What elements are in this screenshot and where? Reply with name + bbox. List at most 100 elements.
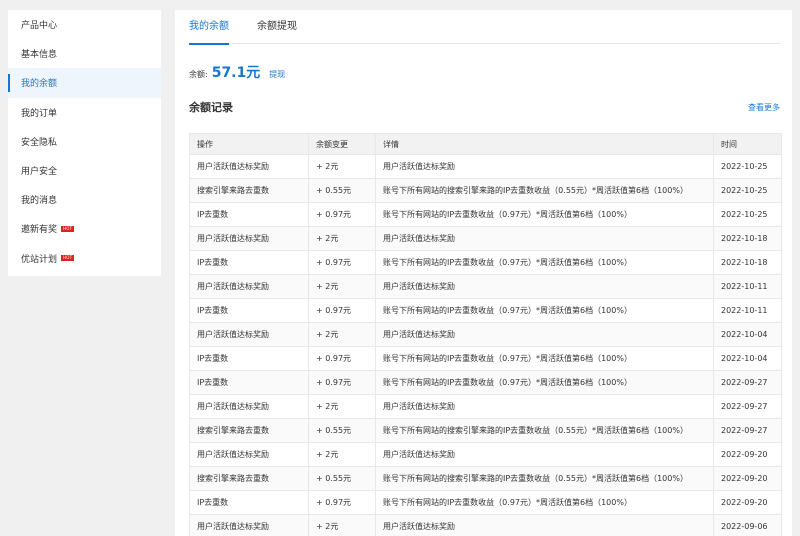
cell-operation: IP去重数	[189, 370, 309, 395]
cell-operation: 用户活跃值达标奖励	[189, 514, 309, 536]
cell-operation: IP去重数	[189, 490, 309, 515]
cell-change: + 2元	[308, 394, 376, 419]
cell-change: + 0.97元	[308, 250, 376, 275]
table-header-row: 操作 余额变更 详情 时间	[189, 133, 782, 155]
table-row: IP去重数 + 0.97元 账号下所有网站的IP去重数收益（0.97元）*周活跃值第…	[189, 370, 782, 395]
balance-amount: 57.1元	[211, 65, 261, 81]
cell-detail: 用户活跃值达标奖励	[375, 322, 714, 347]
cell-change: + 0.55元	[308, 418, 376, 443]
cell-detail: 账号下所有网站的IP去重数收益（0.97元）*周活跃值第6档（100%）	[375, 202, 714, 227]
cell-change: + 2元	[308, 226, 376, 251]
balance-label: 余额:	[189, 70, 208, 79]
cell-change: + 0.97元	[308, 298, 376, 323]
table-row: 用户活跃值达标奖励 + 2元 用户活跃值达标奖励 2022-10-11	[189, 274, 782, 299]
table-row: 用户活跃值达标奖励 + 2元 用户活跃值达标奖励 2022-09-27	[189, 394, 782, 419]
column-header-detail: 详情	[375, 133, 714, 155]
sidebar-item-label: 基本信息	[21, 50, 58, 61]
sidebar-item-label: 用户安全	[21, 167, 58, 178]
cell-detail: 账号下所有网站的IP去重数收益（0.97元）*周活跃值第6档（100%）	[375, 346, 714, 371]
cell-change: + 2元	[308, 322, 376, 347]
sidebar-item-partner-plan[interactable]: 优站计划 HOT	[8, 244, 161, 273]
cell-time: 2022-10-18	[713, 250, 782, 275]
cell-operation: 搜索引擎来路去重数	[189, 466, 309, 491]
hot-badge: HOT	[61, 255, 75, 262]
table-row: IP去重数 + 0.97元 账号下所有网站的IP去重数收益（0.97元）*周活跃值第…	[189, 250, 782, 275]
cell-time: 2022-09-20	[713, 466, 782, 491]
cell-time: 2022-09-20	[713, 490, 782, 515]
sidebar-item-label: 优站计划	[21, 254, 58, 265]
cell-change: + 2元	[308, 154, 376, 179]
sidebar-item-label: 我的余额	[21, 79, 58, 90]
cell-operation: 用户活跃值达标奖励	[189, 226, 309, 251]
cell-operation: IP去重数	[189, 250, 309, 275]
cell-operation: 用户活跃值达标奖励	[189, 154, 309, 179]
tab-my-balance[interactable]: 我的余额	[189, 10, 229, 45]
cell-change: + 0.97元	[308, 370, 376, 395]
cell-time: 2022-10-11	[713, 298, 782, 323]
sidebar-item-my-orders[interactable]: 我的订单	[8, 98, 161, 127]
cell-operation: IP去重数	[189, 346, 309, 371]
balance-records-table: 操作 余额变更 详情 时间 用户活跃值达标奖励 + 2元 用户活跃值达标奖励 2022…	[189, 133, 782, 536]
cell-operation: 用户活跃值达标奖励	[189, 322, 309, 347]
cell-operation: 搜索引擎来路去重数	[189, 418, 309, 443]
table-row: 用户活跃值达标奖励 + 2元 用户活跃值达标奖励 2022-10-25	[189, 154, 782, 179]
cell-operation: IP去重数	[189, 298, 309, 323]
column-header-change: 余额变更	[308, 133, 376, 155]
cell-time: 2022-09-20	[713, 442, 782, 467]
cell-detail: 用户活跃值达标奖励	[375, 442, 714, 467]
main-panel: 我的余额 余额提现 余额: 57.1元 提现 余额记录 查看更多 操作 余额变更 …	[175, 10, 792, 536]
withdraw-link[interactable]: 提现	[269, 69, 285, 80]
cell-change: + 2元	[308, 514, 376, 536]
cell-time: 2022-09-06	[713, 514, 782, 536]
cell-detail: 账号下所有网站的IP去重数收益（0.97元）*周活跃值第6档（100%）	[375, 490, 714, 515]
sidebar-item-security-privacy[interactable]: 安全隐私	[8, 127, 161, 156]
cell-detail: 账号下所有网站的搜索引擎来路的IP去重数收益（0.55元）*周活跃值第6档（10…	[375, 178, 714, 203]
cell-detail: 账号下所有网站的IP去重数收益（0.97元）*周活跃值第6档（100%）	[375, 250, 714, 275]
cell-time: 2022-10-04	[713, 346, 782, 371]
sidebar-item-my-messages[interactable]: 我的消息	[8, 185, 161, 214]
sidebar-item-basic-info[interactable]: 基本信息	[8, 39, 161, 68]
sidebar-item-label: 邀新有奖	[21, 225, 58, 236]
cell-time: 2022-10-04	[713, 322, 782, 347]
cell-detail: 账号下所有网站的搜索引擎来路的IP去重数收益（0.55元）*周活跃值第6档（10…	[375, 466, 714, 491]
balance-summary: 余额: 57.1元 提现	[189, 62, 285, 82]
cell-time: 2022-10-25	[713, 178, 782, 203]
sidebar-item-label: 安全隐私	[21, 137, 58, 148]
table-row: 搜索引擎来路去重数 + 0.55元 账号下所有网站的搜索引擎来路的IP去重数收益（0…	[189, 178, 782, 203]
sidebar-item-label: 我的消息	[21, 196, 58, 207]
cell-detail: 用户活跃值达标奖励	[375, 274, 714, 299]
cell-change: + 2元	[308, 274, 376, 299]
cell-detail: 用户活跃值达标奖励	[375, 514, 714, 536]
table-row: 搜索引擎来路去重数 + 0.55元 账号下所有网站的搜索引擎来路的IP去重数收益（0…	[189, 466, 782, 491]
records-title: 余额记录	[189, 101, 233, 114]
cell-detail: 账号下所有网站的IP去重数收益（0.97元）*周活跃值第6档（100%）	[375, 370, 714, 395]
table-row: 用户活跃值达标奖励 + 2元 用户活跃值达标奖励 2022-10-18	[189, 226, 782, 251]
column-header-time: 时间	[713, 133, 782, 155]
sidebar-item-products[interactable]: 产品中心	[8, 10, 161, 39]
table-row: IP去重数 + 0.97元 账号下所有网站的IP去重数收益（0.97元）*周活跃值第…	[189, 490, 782, 515]
cell-time: 2022-10-25	[713, 154, 782, 179]
cell-change: + 0.97元	[308, 346, 376, 371]
cell-operation: IP去重数	[189, 202, 309, 227]
table-row: IP去重数 + 0.97元 账号下所有网站的IP去重数收益（0.97元）*周活跃值第…	[189, 202, 782, 227]
cell-operation: 用户活跃值达标奖励	[189, 394, 309, 419]
cell-detail: 用户活跃值达标奖励	[375, 394, 714, 419]
cell-change: + 0.55元	[308, 466, 376, 491]
table-row: IP去重数 + 0.97元 账号下所有网站的IP去重数收益（0.97元）*周活跃值第…	[189, 298, 782, 323]
sidebar-item-label: 产品中心	[21, 21, 58, 32]
tab-balance-withdraw[interactable]: 余额提现	[257, 10, 297, 44]
cell-change: + 0.55元	[308, 178, 376, 203]
cell-operation: 搜索引擎来路去重数	[189, 178, 309, 203]
cell-change: + 0.97元	[308, 202, 376, 227]
cell-detail: 用户活跃值达标奖励	[375, 226, 714, 251]
cell-change: + 0.97元	[308, 490, 376, 515]
cell-change: + 2元	[308, 442, 376, 467]
sidebar-item-user-security[interactable]: 用户安全	[8, 156, 161, 185]
table-row: 用户活跃值达标奖励 + 2元 用户活跃值达标奖励 2022-09-06	[189, 514, 782, 536]
sidebar-item-invite-rewards[interactable]: 邀新有奖 HOT	[8, 214, 161, 243]
table-row: 用户活跃值达标奖励 + 2元 用户活跃值达标奖励 2022-09-20	[189, 442, 782, 467]
sidebar-item-label: 我的订单	[21, 108, 58, 119]
sidebar-nav: 产品中心 基本信息 我的余额 我的订单 安全隐私 用户安全 我的消息 邀新有奖 HOT 优站计划 H…	[8, 10, 161, 276]
see-more-link[interactable]: 查看更多	[748, 102, 780, 113]
sidebar-item-my-balance[interactable]: 我的余额	[8, 68, 161, 98]
